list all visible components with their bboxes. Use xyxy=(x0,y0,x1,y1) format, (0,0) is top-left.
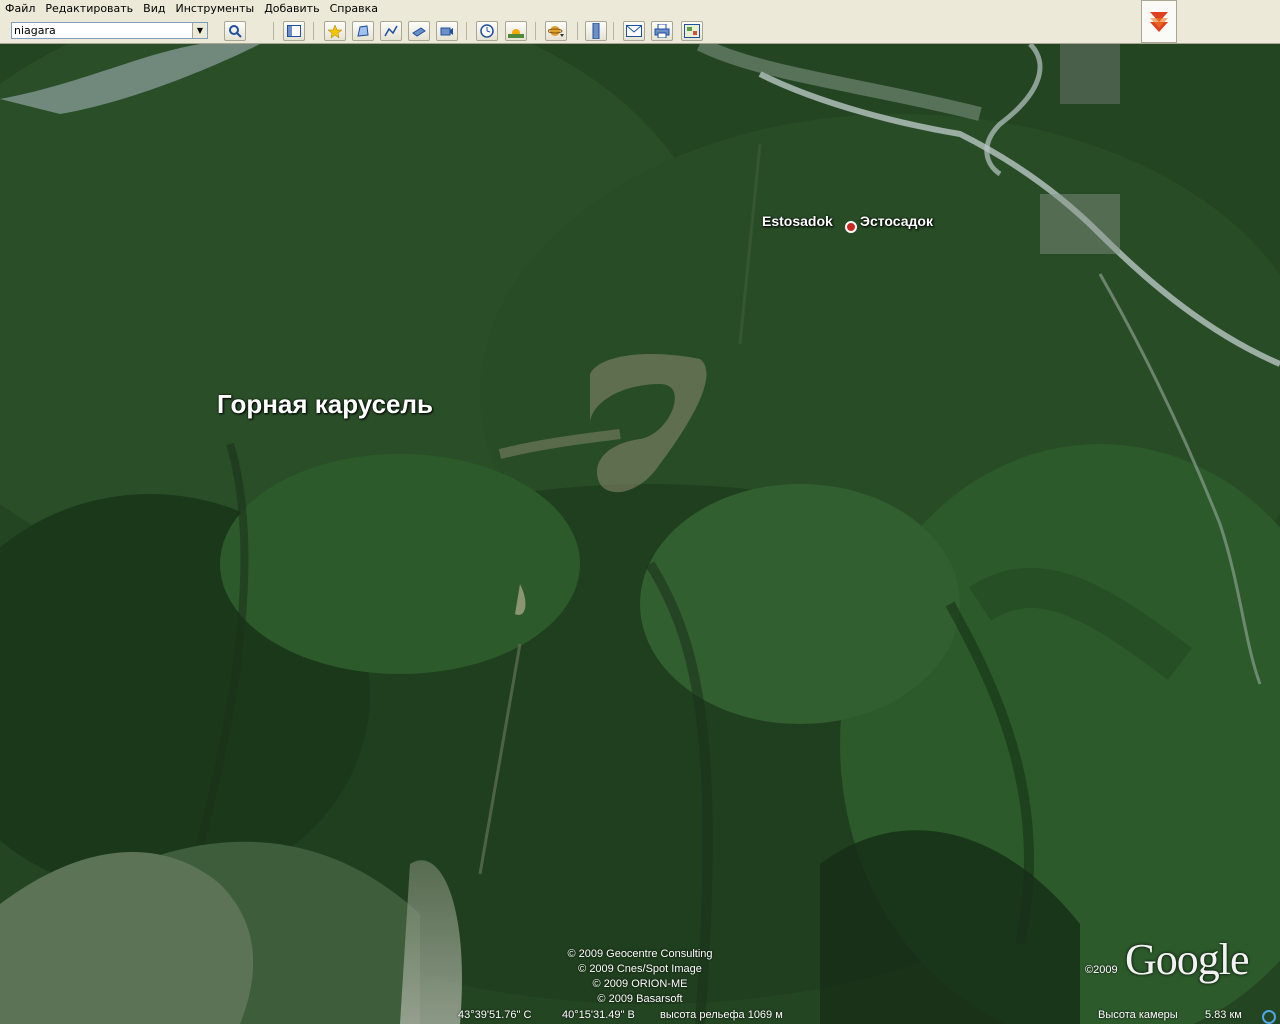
longitude-readout: 40°15'31.49" В xyxy=(562,1009,635,1021)
record-tour-icon xyxy=(440,27,453,36)
search-button[interactable] xyxy=(224,21,246,41)
toolbar-separator xyxy=(466,22,467,40)
menu-bar: Файл Редактировать Вид Инструменты Добав… xyxy=(0,0,1280,19)
placemark-pin-icon[interactable] xyxy=(845,221,857,233)
email-button[interactable] xyxy=(623,21,645,41)
record-tour-button[interactable] xyxy=(436,21,458,41)
menu-tools[interactable]: Инструменты xyxy=(170,0,259,18)
google-logo: Google xyxy=(1125,935,1250,984)
switch-planet-button[interactable] xyxy=(545,21,567,41)
credit-line: © 2009 ORION-ME xyxy=(592,978,688,990)
collapse-toolbar-button[interactable] xyxy=(1141,0,1177,43)
print-icon xyxy=(654,24,670,38)
search-icon xyxy=(229,25,242,38)
toolbar: ▼ xyxy=(0,0,1280,44)
add-path-icon xyxy=(384,25,398,37)
menu-help[interactable]: Справка xyxy=(325,0,383,18)
camera-altitude-value: 5.83 км xyxy=(1205,1009,1242,1021)
sunlight-icon xyxy=(508,29,524,38)
menu-edit[interactable]: Редактировать xyxy=(40,0,138,18)
add-placemark-icon xyxy=(328,24,342,38)
menu-add[interactable]: Добавить xyxy=(259,0,324,18)
logo-year: ©2009 xyxy=(1085,964,1118,976)
view-in-maps-button[interactable] xyxy=(681,21,703,41)
add-polygon-button[interactable] xyxy=(352,21,374,41)
credit-line: © 2009 Geocentre Consulting xyxy=(567,948,713,960)
imagery-credits: © 2009 Geocentre Consulting © 2009 Cnes/… xyxy=(540,947,740,1007)
latitude-readout: 43°39'51.76" С xyxy=(458,1009,532,1021)
place-label-estosadok-en[interactable]: Estosadok xyxy=(762,213,833,229)
ruler-button[interactable] xyxy=(585,21,607,41)
add-path-button[interactable] xyxy=(380,21,402,41)
sunlight-button[interactable] xyxy=(505,21,527,41)
toolbar-separator xyxy=(613,22,614,40)
place-label-gornaya-karusel[interactable]: Горная карусель xyxy=(217,389,433,420)
email-icon xyxy=(626,25,642,37)
place-label-estosadok-ru[interactable]: Эстосадок xyxy=(860,213,933,229)
camera-altitude-label: Высота камеры xyxy=(1098,1009,1178,1021)
credit-line: © 2009 Basarsoft xyxy=(597,993,683,1005)
search-combobox[interactable]: ▼ xyxy=(11,22,208,39)
toolbar-separator xyxy=(273,22,274,40)
view-in-maps-icon xyxy=(684,24,700,38)
satellite-imagery xyxy=(0,44,1280,1024)
switch-planet-icon xyxy=(548,26,564,37)
elevation-readout: высота рельефа 1069 м xyxy=(660,1009,783,1021)
streaming-status-icon xyxy=(1262,1010,1276,1024)
sidebar-toggle-icon xyxy=(287,25,301,37)
add-placemark-button[interactable] xyxy=(324,21,346,41)
toolbar-separator xyxy=(313,22,314,40)
status-bar: 43°39'51.76" С 40°15'31.49" В высота рел… xyxy=(0,1008,1280,1024)
menu-view[interactable]: Вид xyxy=(138,0,170,18)
credit-line: © 2009 Cnes/Spot Image xyxy=(578,963,702,975)
menu-file[interactable]: Файл xyxy=(0,0,40,18)
add-image-overlay-button[interactable] xyxy=(408,21,430,41)
add-polygon-icon xyxy=(357,25,369,37)
historical-imagery-icon xyxy=(480,24,494,38)
double-chevron-down-icon xyxy=(1150,11,1168,32)
chevron-down-icon[interactable]: ▼ xyxy=(192,23,207,38)
search-input[interactable] xyxy=(14,23,192,38)
print-button[interactable] xyxy=(651,21,673,41)
map-view[interactable]: Горная карусель Estosadok Эстосадок © 20… xyxy=(0,44,1280,1024)
historical-imagery-button[interactable] xyxy=(476,21,498,41)
toolbar-separator xyxy=(577,22,578,40)
add-image-overlay-icon xyxy=(412,27,426,37)
ruler-icon xyxy=(592,23,600,39)
toolbar-separator xyxy=(535,22,536,40)
sidebar-toggle-button[interactable] xyxy=(283,21,305,41)
